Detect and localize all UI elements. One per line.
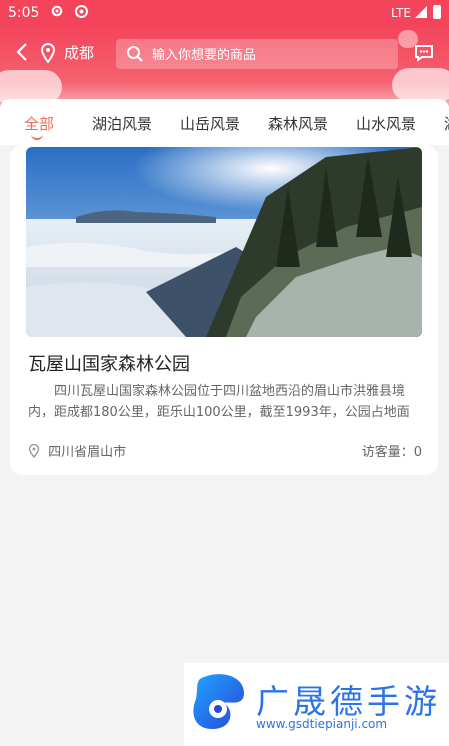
scenic-spot-title: 瓦屋山国家森林公园 [28,354,190,375]
location-text: 四川省眉山市 [48,445,127,460]
tab-forest-scenery[interactable]: 森林风景 [268,113,328,134]
tab-lake-scenery[interactable]: 湖泊风景 [92,113,152,134]
status-bar: 5:05 LTE [0,0,449,26]
watermark-title: 广晟德手游 [256,682,441,721]
scenic-spot-description: 四川瓦屋山国家森林公园位于四川盆地西沿的眉山市洪雅县境内，距成都180公里，距乐… [28,384,410,420]
status-time: 5:05 [8,5,40,21]
location-pin-icon [28,443,40,462]
scenic-spot-image [26,147,422,337]
header: 成都 [0,26,449,106]
city-selector[interactable]: 成都 [64,42,94,63]
watermark: 广晟德手游 www.gsdtiepianji.com [184,663,449,746]
visitor-count: 访客量：0 [361,445,422,460]
search-icon [126,45,144,67]
scenic-spot-location: 四川省眉山市 [28,441,126,462]
category-tabs: 全部 湖泊风景 山岳风景 森林风景 山水风景 湖 [0,99,449,145]
watermark-url: www.gsdtiepianji.com [256,717,388,731]
decor-cloud-right [392,68,449,102]
signal-icon [415,6,427,22]
search-input[interactable] [150,39,394,71]
gear-icon [50,4,64,22]
tab-landscape-scenery[interactable]: 山水风景 [356,113,416,134]
sync-icon [74,4,89,23]
tab-mountain-scenery[interactable]: 山岳风景 [180,113,240,134]
scenic-spot-card[interactable]: 瓦屋山国家森林公园 四川瓦屋山国家森林公园位于四川盆地西沿的眉山市洪雅县境内，距… [10,145,438,475]
location-pin-icon [40,43,56,67]
back-icon[interactable] [16,42,28,66]
battery-icon [433,5,441,19]
tab-lake-partial[interactable]: 湖 [444,113,449,134]
watermark-logo-icon [188,671,250,737]
content-area: 全部 湖泊风景 山岳风景 森林风景 山水风景 湖 [0,99,449,746]
search-bar[interactable] [116,39,398,71]
network-label: LTE [391,6,411,20]
message-icon[interactable] [414,44,434,66]
tab-active-indicator [31,130,43,140]
